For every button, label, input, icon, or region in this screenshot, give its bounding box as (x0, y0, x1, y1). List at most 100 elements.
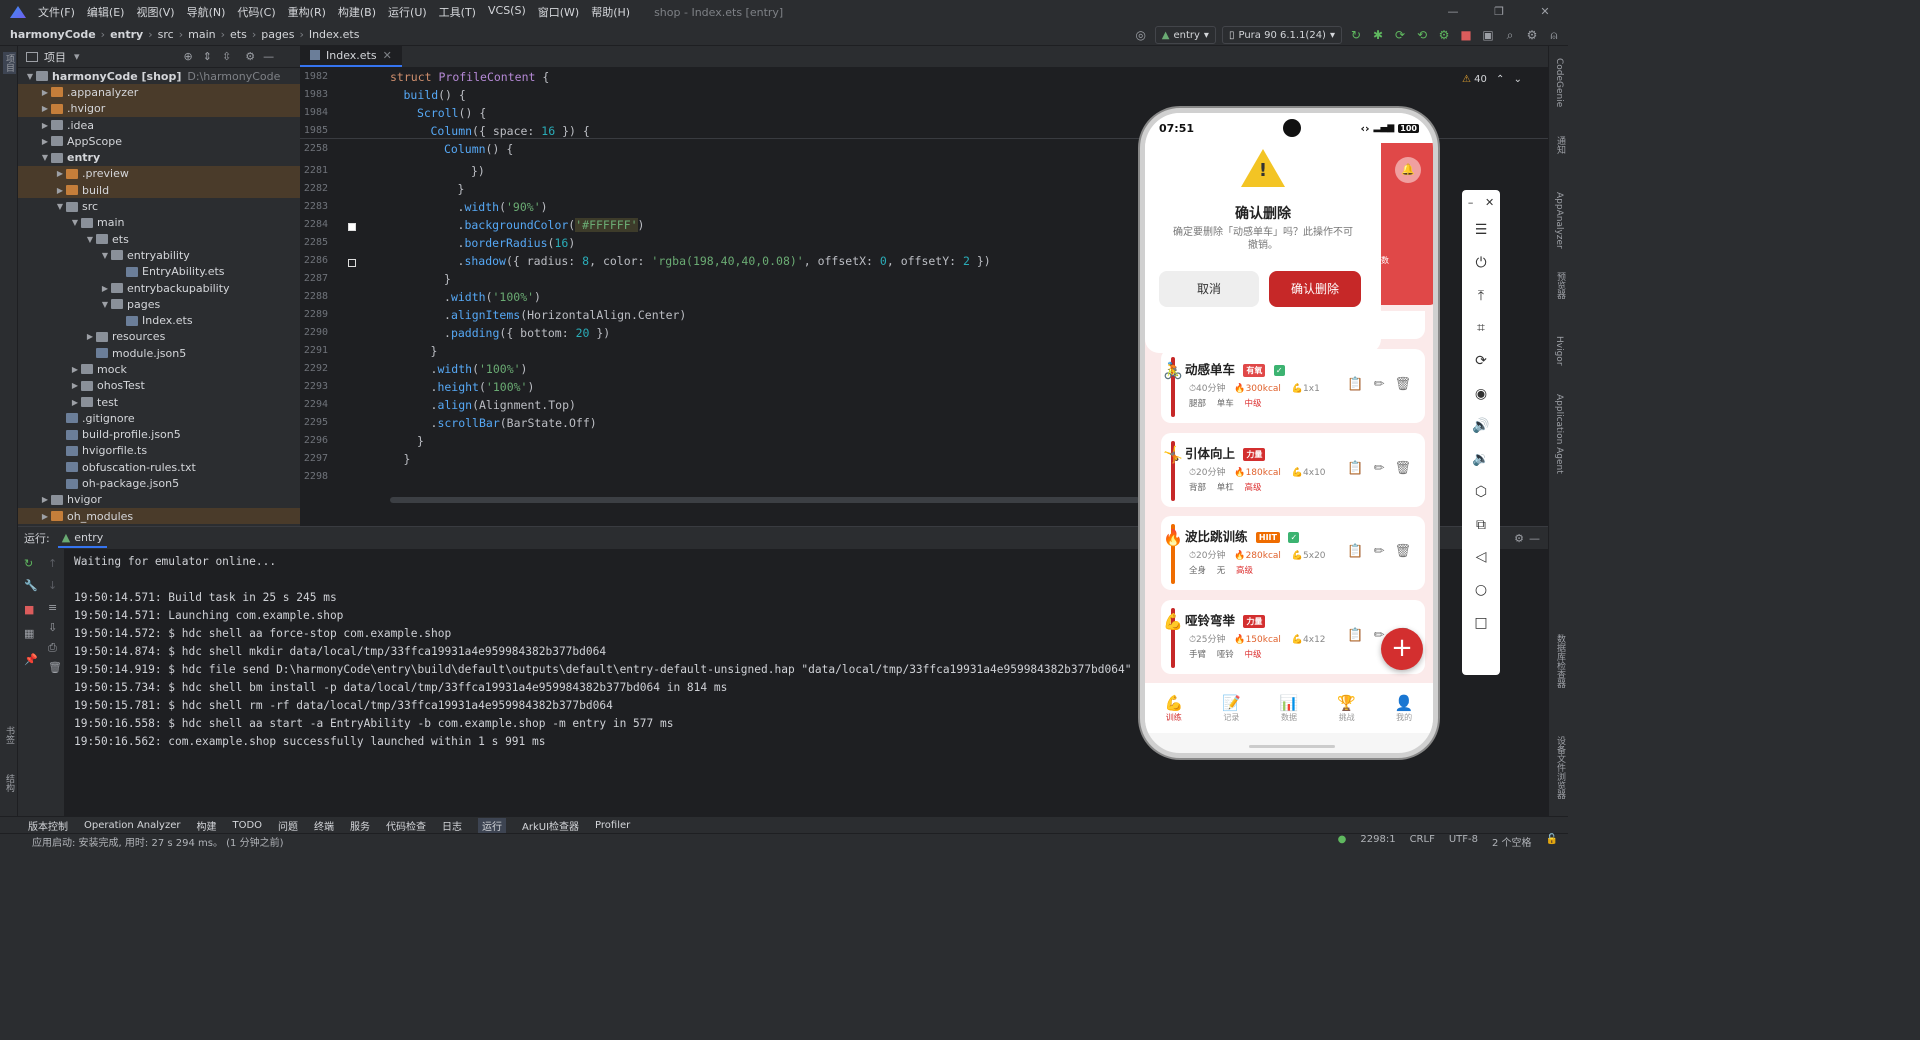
file-encoding[interactable]: UTF-8 (1449, 834, 1478, 849)
tree-item[interactable]: ▶ oh_modules (18, 508, 300, 525)
stop-icon[interactable]: ■ (1458, 27, 1474, 43)
chevron-right-icon[interactable]: ▶ (54, 186, 66, 195)
bottom-tab[interactable]: 📝 记录 (1222, 694, 1241, 723)
locate-icon[interactable]: ⊕ (184, 50, 193, 63)
upload-icon[interactable]: ⤒ (1478, 279, 1484, 312)
menu-item[interactable]: 代码(C) (237, 4, 275, 20)
hide-icon[interactable]: — (263, 50, 274, 63)
tree-item[interactable]: ▶ entrybackupability (18, 280, 300, 296)
tree-item[interactable]: Index.ets (18, 312, 300, 328)
menu-item[interactable]: 编辑(E) (87, 4, 125, 20)
right-tool-button[interactable]: 预览器 (1554, 272, 1567, 299)
refresh-icon[interactable]: ⟲ (1414, 27, 1430, 43)
lock-icon[interactable]: 🔓 (1546, 834, 1558, 849)
workout-card[interactable]: 🤸 引体向上 力量 ⏱20分钟 🔥180kcal 💪4x10 背部 单杠 高级 … (1161, 432, 1425, 507)
right-tool-button[interactable]: Hvigor (1554, 336, 1564, 366)
chevron-right-icon[interactable]: ▶ (69, 381, 81, 390)
edit-icon[interactable]: ✏ (1374, 544, 1385, 559)
recents-icon[interactable]: □ (1474, 606, 1487, 639)
wrench-icon[interactable]: 🔧 (24, 579, 38, 592)
run-output[interactable]: Waiting for emulator online... 19:50:14.5… (74, 553, 1172, 751)
pin-icon[interactable]: 📌 (24, 653, 38, 666)
menu-item[interactable]: 文件(F) (38, 4, 75, 20)
tree-item[interactable]: ▼ entry (18, 149, 300, 165)
device-select[interactable]: ▯ Pura 90 6.1.1(24) ▾ (1221, 26, 1342, 44)
bottom-tool-button[interactable]: Operation Analyzer (84, 820, 180, 831)
right-tool-button[interactable]: Application Agent (1554, 394, 1564, 474)
chevron-right-icon[interactable]: ▶ (39, 121, 51, 130)
tree-item[interactable]: ▶ .hvigor (18, 100, 300, 117)
right-tool-button[interactable]: CodeGenie (1554, 58, 1564, 107)
tree-item[interactable]: obfuscation-rules.txt (18, 459, 300, 475)
inspection-widget[interactable]: ⚠ 40 ⌃ ⌄ (1462, 74, 1522, 85)
bottom-tab[interactable]: 🏆 挑战 (1337, 694, 1356, 723)
fold-icon[interactable]: ⬡ (1475, 476, 1487, 509)
home-icon[interactable]: ○ (1475, 574, 1487, 607)
scroll-end-icon[interactable]: ⇩ (48, 621, 57, 634)
bottom-tool-button[interactable]: 运行 (478, 817, 507, 833)
color-swatch-icon[interactable] (348, 259, 356, 267)
chevron-down-icon[interactable]: ▼ (39, 153, 51, 162)
account-icon[interactable]: ⍝ (1546, 27, 1562, 43)
workout-card[interactable]: 🔥 波比跳训练 HIIT ✓ ⏱20分钟 🔥280kcal 💪5x20 全身 无… (1161, 516, 1425, 590)
breadcrumb-item[interactable]: src (158, 28, 174, 41)
arrow-down-icon[interactable]: ↓ (48, 579, 57, 592)
close-icon[interactable]: ✕ (1522, 0, 1568, 24)
tree-item[interactable]: .gitignore (18, 410, 300, 426)
edit-icon[interactable]: ✏ (1374, 377, 1385, 392)
breadcrumb-item[interactable]: entry (110, 28, 143, 41)
bookmarks-tool-button[interactable]: 书签 (3, 726, 16, 744)
menu-item[interactable]: 窗口(W) (538, 4, 579, 20)
rerun-icon[interactable]: ↻ (1348, 27, 1364, 43)
location-icon[interactable]: ◉ (1475, 377, 1487, 410)
tree-item[interactable]: ▶ mock (18, 361, 300, 377)
device-manager-icon[interactable]: ▣ (1480, 27, 1496, 43)
clipboard-icon[interactable]: 📋 (1347, 377, 1363, 392)
tree-item[interactable]: ▼ main (18, 215, 300, 231)
gear-icon[interactable]: ⚙ (245, 50, 255, 63)
trash-icon[interactable]: 🗑 (1394, 461, 1411, 476)
bottom-tool-button[interactable]: ArkUI检查器 (522, 818, 579, 833)
chevron-right-icon[interactable]: ▶ (99, 284, 111, 293)
trash-icon[interactable]: 🗑 (48, 661, 62, 674)
menu-item[interactable]: 视图(V) (136, 4, 174, 20)
clipboard-icon[interactable]: 📋 (1347, 461, 1363, 476)
tree-item[interactable]: ▶ .idea (18, 117, 300, 133)
edit-icon[interactable]: ✏ (1374, 461, 1385, 476)
tree-item[interactable]: ▶ build (18, 182, 300, 199)
settings-icon[interactable]: ⚙ (1524, 27, 1540, 43)
menu-icon[interactable]: ☰ (1475, 214, 1488, 247)
search-icon[interactable]: ⌕ (1502, 27, 1518, 43)
collapse-all-icon[interactable]: ⇳ (222, 50, 231, 63)
soft-wrap-icon[interactable]: ≡ (48, 601, 57, 614)
chevron-down-icon[interactable]: ▼ (24, 72, 36, 81)
breadcrumb-item[interactable]: Index.ets (309, 28, 360, 41)
menu-item[interactable]: 导航(N) (187, 4, 226, 20)
tree-item[interactable]: ▼ entryability (18, 247, 300, 263)
gear-icon[interactable]: ⚙ (1514, 532, 1524, 545)
volume-up-icon[interactable]: 🔊 (1472, 410, 1489, 443)
bell-icon[interactable]: 🔔 (1395, 157, 1421, 183)
tree-item[interactable]: EntryAbility.ets (18, 264, 300, 280)
chevron-down-icon[interactable]: ▼ (69, 218, 81, 227)
bottom-tool-button[interactable]: 服务 (350, 818, 370, 833)
stop-icon[interactable]: ■ (24, 603, 34, 616)
tree-item[interactable]: ▼ harmonyCode [shop] D:\harmonyCode (18, 68, 300, 84)
bottom-tool-button[interactable]: 版本控制 (28, 818, 68, 833)
expand-all-icon[interactable]: ⇕ (203, 50, 212, 63)
tree-item[interactable]: ▼ ets (18, 231, 300, 247)
bottom-tab[interactable]: 💪 训练 (1164, 694, 1183, 723)
indent-setting[interactable]: 2 个空格 (1492, 834, 1532, 849)
bottom-tool-button[interactable]: 终端 (314, 818, 334, 833)
bottom-tool-button[interactable]: Profiler (595, 820, 630, 831)
workout-card[interactable]: 🚴 动感单车 有氧 ✓ ⏱40分钟 🔥300kcal 💪1x1 腿部 单车 中级… (1161, 349, 1425, 423)
minimize-icon[interactable]: – (1468, 196, 1474, 209)
trash-icon[interactable]: 🗑 (1394, 544, 1411, 559)
tree-item[interactable]: ▶ hvigor (18, 492, 300, 508)
color-swatch-icon[interactable] (348, 223, 356, 231)
cancel-button[interactable]: 取消 (1159, 271, 1259, 307)
tree-item[interactable]: ▶ AppScope (18, 133, 300, 149)
chevron-right-icon[interactable]: ▶ (54, 169, 66, 178)
chevron-down-icon[interactable]: ▼ (99, 300, 111, 309)
screenshot-icon[interactable]: ⧉ (1476, 508, 1486, 541)
